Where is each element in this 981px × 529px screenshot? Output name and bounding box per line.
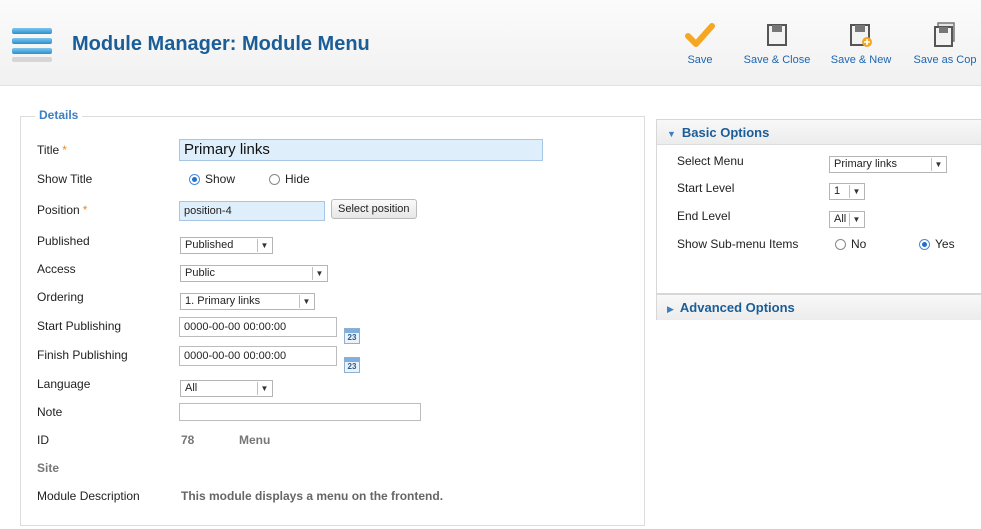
- save-close-icon: [767, 24, 787, 46]
- end-level-label: End Level: [677, 209, 731, 223]
- end-level-select[interactable]: All ▼: [829, 211, 865, 228]
- save-new-button[interactable]: Save & New: [828, 20, 894, 66]
- module-description-value: This module displays a menu on the front…: [181, 489, 444, 503]
- published-select[interactable]: Published ▼: [180, 237, 273, 254]
- details-fieldset: Details Title * Primary links Show Title …: [20, 108, 645, 526]
- start-publishing-label: Start Publishing: [37, 319, 122, 333]
- radio-empty-icon: [835, 239, 846, 250]
- published-label: Published: [37, 234, 90, 248]
- radio-empty-icon: [269, 174, 280, 185]
- save-button-label: Save: [687, 54, 713, 66]
- hide-radio[interactable]: Hide: [269, 168, 310, 190]
- details-legend: Details: [35, 108, 83, 122]
- chevron-down-icon: ▼: [257, 382, 271, 395]
- id-label: ID: [37, 433, 49, 447]
- save-new-icon: [850, 24, 872, 47]
- access-select[interactable]: Public ▼: [180, 265, 328, 282]
- save-close-label: Save & Close: [743, 54, 811, 66]
- advanced-options-toggle[interactable]: ▶ Advanced Options: [657, 295, 981, 320]
- finish-publishing-row: Finish Publishing 0000-00-00 00:00:00 23: [37, 344, 637, 373]
- position-label: Position *: [37, 203, 88, 217]
- chevron-down-icon: ▼: [849, 213, 863, 226]
- show-title-row: Show Title Show Hide: [37, 168, 637, 190]
- site-row: Site: [37, 457, 637, 479]
- title-row: Title * Primary links: [37, 139, 637, 161]
- show-radio[interactable]: Show: [189, 168, 235, 190]
- finish-publishing-label: Finish Publishing: [37, 348, 128, 362]
- note-row: Note: [37, 401, 637, 423]
- checkmark-icon: [685, 23, 715, 47]
- save-close-button[interactable]: Save & Close: [742, 20, 812, 66]
- start-level-label: Start Level: [677, 181, 735, 195]
- published-row: Published Published ▼: [37, 230, 637, 254]
- basic-options-toggle[interactable]: ▼ Basic Options: [657, 120, 981, 145]
- save-new-label: Save & New: [830, 54, 892, 66]
- submenu-yes-radio[interactable]: Yes: [919, 234, 955, 254]
- submenu-no-radio[interactable]: No: [835, 234, 866, 254]
- save-copy-icon: [934, 22, 955, 47]
- show-title-label: Show Title: [37, 172, 93, 186]
- save-as-copy-label: Save as Cop: [913, 54, 977, 66]
- start-level-row: Start Level 1 ▼: [677, 178, 977, 200]
- start-publishing-input[interactable]: 0000-00-00 00:00:00: [179, 317, 337, 337]
- note-input[interactable]: [179, 403, 421, 421]
- title-input[interactable]: Primary links: [179, 139, 543, 161]
- calendar-icon[interactable]: 23: [344, 357, 360, 373]
- advanced-options-panel: ▶ Advanced Options: [656, 294, 981, 320]
- radio-selected-icon: [189, 174, 200, 185]
- module-description-row: Module Description This module displays …: [37, 485, 637, 507]
- basic-options-panel: ▼ Basic Options Select Menu Primary links…: [656, 119, 981, 294]
- finish-publishing-input[interactable]: 0000-00-00 00:00:00: [179, 346, 337, 366]
- triangle-right-icon: ▶: [667, 304, 674, 314]
- save-button[interactable]: Save: [680, 20, 720, 66]
- site-label: Site: [37, 461, 60, 475]
- save-as-copy-button[interactable]: Save as Cop: [910, 20, 980, 66]
- language-row: Language All ▼: [37, 373, 637, 397]
- chevron-down-icon: ▼: [849, 185, 863, 198]
- note-label: Note: [37, 405, 63, 419]
- start-level-select[interactable]: 1 ▼: [829, 183, 865, 200]
- advanced-options-heading: Advanced Options: [679, 300, 795, 315]
- ordering-select[interactable]: 1. Primary links ▼: [180, 293, 315, 310]
- show-submenu-row: Show Sub-menu Items No Yes: [677, 234, 977, 254]
- id-value: 78: [181, 433, 195, 447]
- language-label: Language: [37, 377, 91, 391]
- chevron-down-icon: ▼: [299, 295, 313, 308]
- select-menu-label: Select Menu: [677, 154, 744, 168]
- module-type: Menu: [239, 433, 271, 447]
- select-menu-row: Select Menu Primary links ▼: [677, 151, 977, 173]
- chevron-down-icon: ▼: [312, 267, 326, 280]
- end-level-row: End Level All ▼: [677, 206, 977, 228]
- select-position-button[interactable]: Select position: [331, 199, 417, 219]
- required-marker: *: [62, 143, 67, 157]
- module-menu-icon: [12, 22, 52, 64]
- show-submenu-label: Show Sub-menu Items: [677, 237, 799, 251]
- start-publishing-row: Start Publishing 0000-00-00 00:00:00 23: [37, 315, 637, 344]
- select-menu-select[interactable]: Primary links ▼: [829, 156, 947, 173]
- language-select[interactable]: All ▼: [180, 380, 273, 397]
- id-row: ID 78 Menu: [37, 429, 637, 451]
- position-row: Position * position-4 Select position: [37, 199, 637, 221]
- radio-selected-icon: [919, 239, 930, 250]
- position-input[interactable]: position-4: [179, 201, 325, 221]
- basic-options-heading: Basic Options: [681, 125, 770, 140]
- ordering-label: Ordering: [37, 290, 84, 304]
- page-title: Module Manager: Module Menu: [72, 33, 370, 55]
- access-label: Access: [37, 262, 76, 276]
- header-bar: Module Manager: Module Menu Save Save & …: [0, 0, 981, 86]
- module-description-label: Module Description: [37, 489, 140, 503]
- required-marker: *: [82, 203, 88, 217]
- chevron-down-icon: ▼: [931, 158, 945, 171]
- calendar-icon[interactable]: 23: [344, 328, 360, 344]
- chevron-down-icon: ▼: [257, 239, 271, 252]
- title-label: Title *: [37, 143, 67, 157]
- triangle-down-icon: ▼: [667, 129, 676, 139]
- ordering-row: Ordering 1. Primary links ▼: [37, 286, 637, 310]
- access-row: Access Public ▼: [37, 258, 637, 282]
